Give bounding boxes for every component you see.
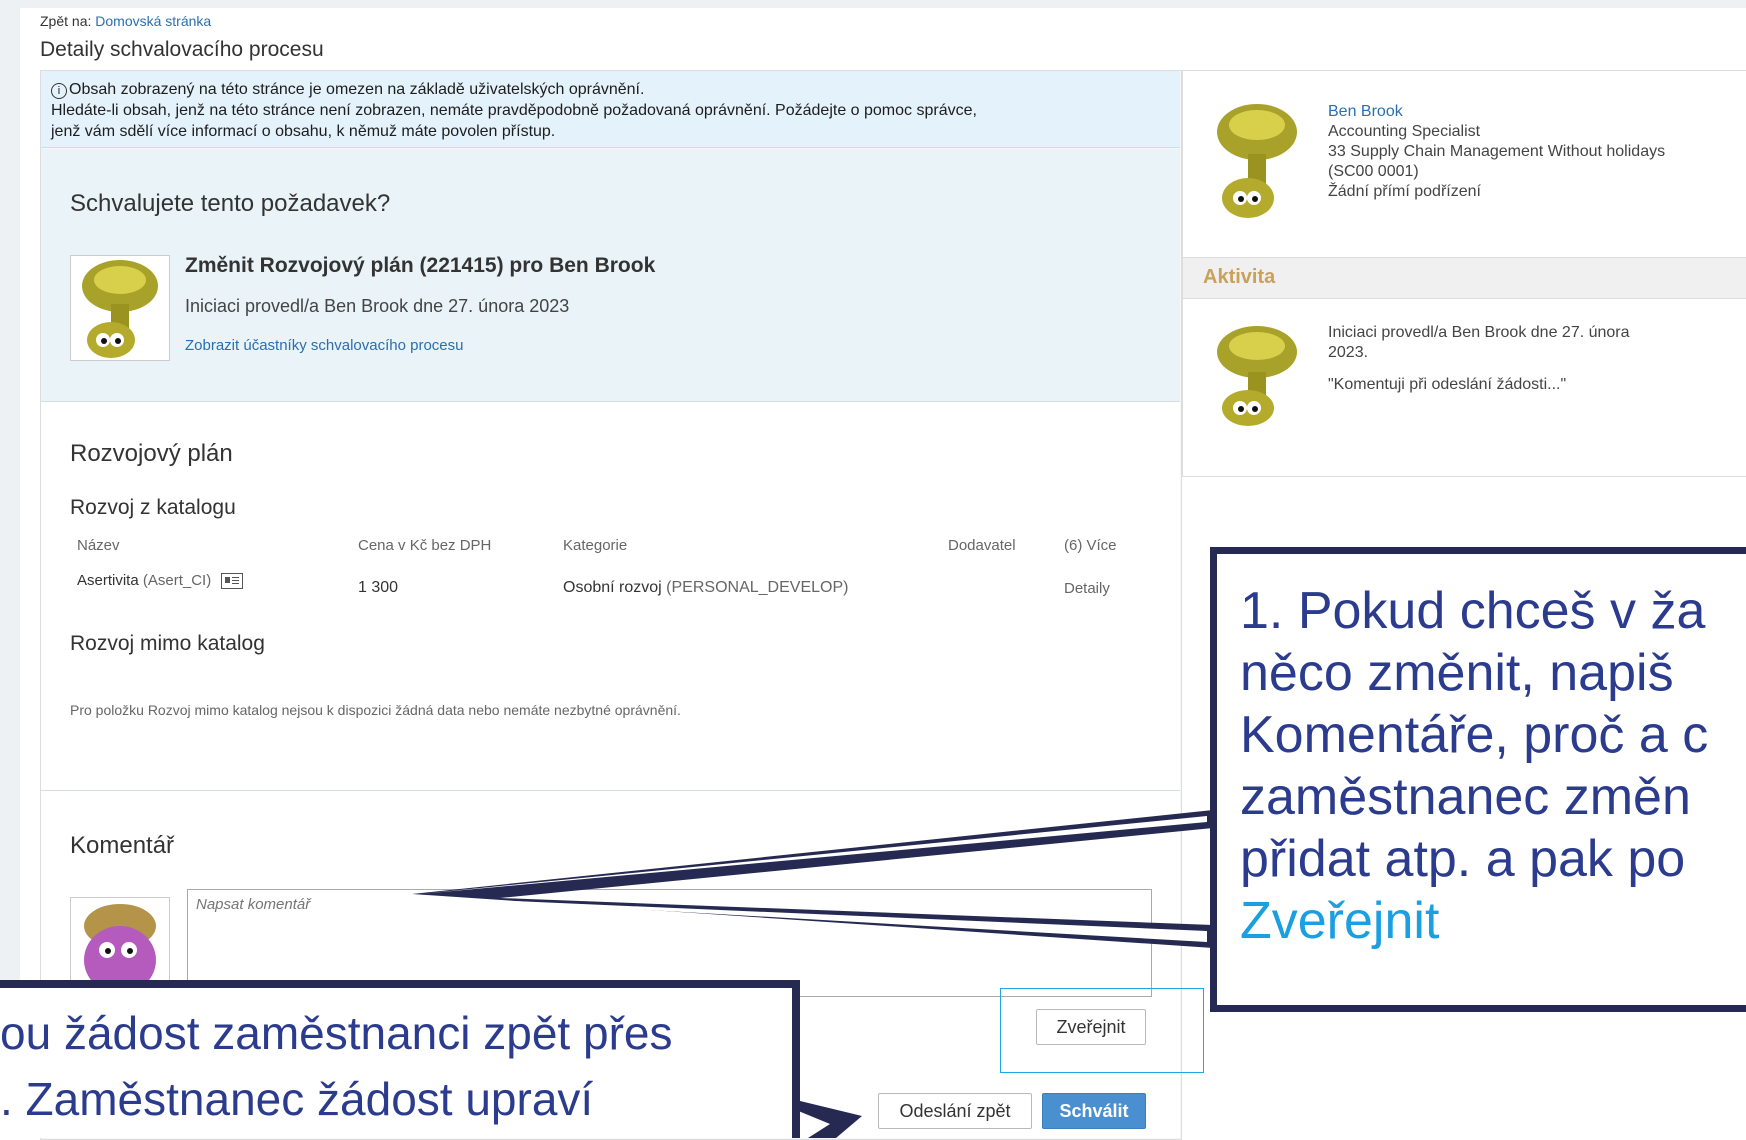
callout-pointer-left	[796, 1100, 862, 1138]
